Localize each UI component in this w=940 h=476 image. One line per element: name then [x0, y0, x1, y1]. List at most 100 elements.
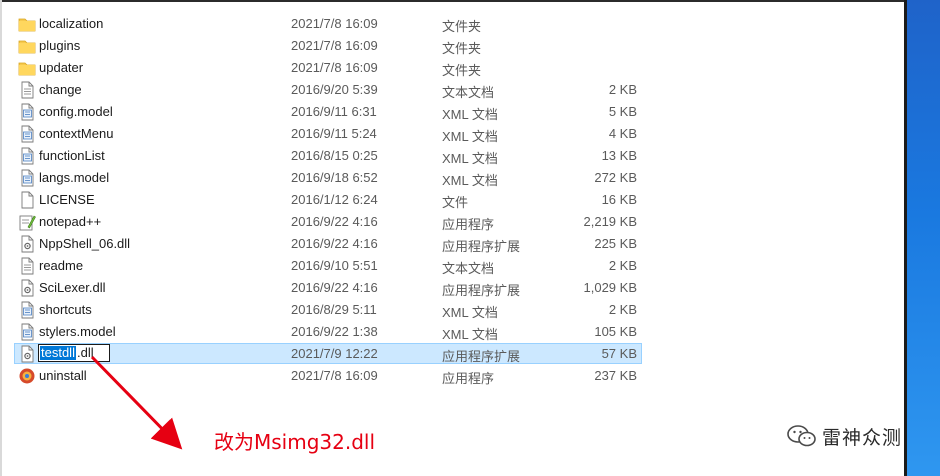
- xml-file-icon: [18, 169, 36, 187]
- red-arrow-annotation: [90, 355, 183, 450]
- watermark-text: 雷神众测: [822, 426, 903, 449]
- folder-icon: [18, 59, 36, 77]
- file-row[interactable]: functionList 2016/8/15 0:25 XML 文档 13 KB: [14, 145, 642, 166]
- file-date-modified: 2016/1/12 6:24: [291, 192, 378, 207]
- file-type: XML 文档: [442, 327, 498, 342]
- file-size: 1,029 KB: [583, 280, 638, 295]
- file-size: 5 KB: [608, 104, 637, 119]
- file-date-modified: 2016/9/22 4:16: [291, 280, 378, 295]
- file-name: localization: [39, 16, 104, 31]
- xml-file-icon: [18, 147, 36, 165]
- file-size: 2 KB: [608, 82, 637, 97]
- file-size: 105 KB: [594, 324, 637, 339]
- file-date-modified: 2016/9/22 4:16: [291, 236, 378, 251]
- file-name: langs.model: [39, 170, 110, 185]
- file-size: 16 KB: [601, 192, 637, 207]
- file-date-modified: 2021/7/8 16:09: [291, 60, 378, 75]
- file-row[interactable]: localization 2021/7/8 16:09 文件夹: [14, 13, 642, 34]
- wechat-logo-icon: [787, 425, 816, 447]
- file-row[interactable]: shortcuts 2016/8/29 5:11 XML 文档 2 KB: [14, 299, 642, 320]
- file-type: 文件: [442, 195, 469, 210]
- file-date-modified: 2016/9/11 6:31: [291, 104, 377, 119]
- file-type: XML 文档: [442, 107, 498, 122]
- file-row[interactable]: langs.model 2016/9/18 6:52 XML 文档 272 KB: [14, 167, 642, 188]
- file-size: 225 KB: [594, 236, 637, 251]
- file-type: XML 文档: [442, 151, 498, 166]
- xml-file-icon: [18, 301, 36, 319]
- file-row[interactable]: SciLexer.dll 2016/9/22 4:16 应用程序扩展 1,029 KB: [14, 277, 642, 298]
- file-type: XML 文档: [442, 305, 498, 320]
- file-name: config.model: [39, 104, 113, 119]
- file-name: LICENSE: [39, 192, 95, 207]
- file-row[interactable]: stylers.model 2016/9/22 1:38 XML 文档 105 KB: [14, 321, 642, 342]
- file-type: XML 文档: [442, 173, 498, 188]
- file-name: updater: [39, 60, 84, 75]
- file-name: SciLexer.dll: [39, 280, 106, 295]
- file-type: 文件夹: [442, 63, 482, 78]
- file-size: 2 KB: [608, 302, 637, 317]
- file-date-modified: 2016/8/15 0:25: [291, 148, 378, 163]
- xml-file-icon: [18, 323, 36, 341]
- file-type: 应用程序: [442, 217, 495, 232]
- file-type: 文件夹: [442, 41, 482, 56]
- watermark: 雷神众测: [786, 424, 903, 449]
- file-name: uninstall: [39, 368, 87, 383]
- file-row[interactable]: LICENSE 2016/1/12 6:24 文件 16 KB: [14, 189, 642, 210]
- window-shadow: [904, 0, 907, 476]
- file-date-modified: 2021/7/8 16:09: [291, 38, 378, 53]
- file-row[interactable]: change 2016/9/20 5:39 文本文档 2 KB: [14, 79, 642, 100]
- folder-icon: [18, 15, 36, 33]
- file-name: functionList: [39, 148, 105, 163]
- rename-annotation-text: 改为Msimg32.dll: [214, 430, 376, 454]
- file-size: 2 KB: [608, 258, 637, 273]
- file-size: 237 KB: [594, 368, 637, 383]
- file-size: 4 KB: [608, 126, 637, 141]
- file-name: NppShell_06.dll: [39, 236, 131, 251]
- file-size: 2,219 KB: [583, 214, 638, 229]
- file-type: 应用程序: [442, 371, 495, 386]
- file-size: 57 KB: [601, 346, 637, 361]
- file-name: readme: [39, 258, 84, 273]
- file-name: change: [39, 82, 82, 97]
- file-date-modified: 2016/9/10 5:51: [291, 258, 378, 273]
- file-row[interactable]: config.model 2016/9/11 6:31 XML 文档 5 KB: [14, 101, 642, 122]
- file-type: XML 文档: [442, 129, 498, 144]
- file-date-modified: 2016/9/22 1:38: [291, 324, 378, 339]
- file-row[interactable]: updater 2021/7/8 16:09 文件夹: [14, 57, 642, 78]
- file-name: stylers.model: [39, 324, 116, 339]
- file-row[interactable]: notepad++ 2016/9/22 4:16 应用程序 2,219 KB: [14, 211, 642, 232]
- file-row[interactable]: NppShell_06.dll 2016/9/22 4:16 应用程序扩展 225 K…: [14, 233, 642, 254]
- file-date-modified: 2021/7/8 16:09: [291, 16, 378, 31]
- uninstall-app-icon: [18, 367, 36, 385]
- file-row[interactable]: contextMenu 2016/9/11 5:24 XML 文档 4 KB: [14, 123, 642, 144]
- file-type: 文本文档: [442, 85, 495, 100]
- text-file-icon: [18, 257, 36, 275]
- file-name: shortcuts: [39, 302, 92, 317]
- file-name: contextMenu: [39, 126, 114, 141]
- file-name: notepad++: [39, 214, 102, 229]
- file-name: plugins: [39, 38, 81, 53]
- file-date-modified: 2016/9/18 6:52: [291, 170, 378, 185]
- text-file-icon: [18, 81, 36, 99]
- file-type: 文件夹: [442, 19, 482, 34]
- file-date-modified: 2016/9/20 5:39: [291, 82, 378, 97]
- file-size: 13 KB: [601, 148, 637, 163]
- file-date-modified: 2016/9/11 5:24: [291, 126, 377, 141]
- file-type: 文本文档: [442, 261, 495, 276]
- file-type: 应用程序扩展: [442, 239, 521, 254]
- file-size: 272 KB: [594, 170, 637, 185]
- dll-file-icon: [18, 279, 36, 297]
- notepad-app-icon: [18, 213, 36, 231]
- dll-file-icon: [18, 345, 36, 363]
- file-type: 应用程序扩展: [442, 349, 521, 364]
- file-row[interactable]: plugins 2021/7/8 16:09 文件夹: [14, 35, 642, 56]
- rename-selected-text: testdll: [40, 345, 76, 360]
- file-row[interactable]: readme 2016/9/10 5:51 文本文档 2 KB: [14, 255, 642, 276]
- file-date-modified: 2016/9/22 4:16: [291, 214, 378, 229]
- folder-icon: [18, 37, 36, 55]
- desktop-background: [904, 0, 940, 476]
- xml-file-icon: [18, 103, 36, 121]
- dll-file-icon: [18, 235, 36, 253]
- xml-file-icon: [18, 125, 36, 143]
- file-date-modified: 2021/7/9 12:22: [291, 346, 378, 361]
